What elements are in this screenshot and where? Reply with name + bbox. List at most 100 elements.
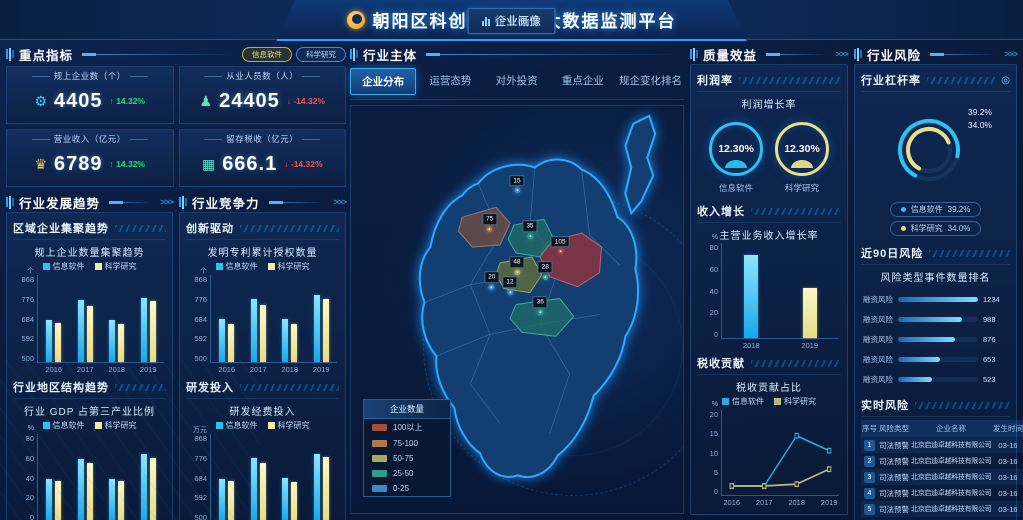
realtime-risk-table: 序号风险类型企业名称发生时间 1 司法预警 北京启迪卓越科技有限公司 03-16…: [861, 420, 1023, 520]
map-marker-48[interactable]: 48: [509, 256, 524, 275]
bar: [87, 306, 93, 362]
company-name: 北京启迪卓越科技有限公司: [910, 485, 992, 501]
bar: [78, 459, 84, 520]
table-column-header: 序号: [861, 420, 878, 437]
bar: [46, 320, 52, 362]
table-row[interactable]: 1 司法预警 北京启迪卓越科技有限公司 03-16: [861, 437, 1023, 453]
bar: [251, 458, 257, 520]
tab-4[interactable]: 规企变化排名: [617, 68, 684, 95]
map-marker-36[interactable]: 36: [533, 296, 548, 315]
subsection-header: 研发投入: [186, 376, 339, 399]
info-icon[interactable]: ◎: [1001, 75, 1010, 86]
table-column-header: 发生时间: [992, 420, 1023, 437]
table-row[interactable]: 5 司法预警 北京启迪卓越科技有限公司 03-16: [861, 501, 1023, 517]
legend-entry: 信息软件: [43, 261, 85, 272]
bar: [78, 300, 84, 362]
more-arrows-icon[interactable]: >>>: [835, 49, 848, 59]
more-arrows-icon[interactable]: >>>: [160, 197, 173, 207]
leverage-subtitle: 行业杠杆率: [861, 72, 921, 88]
bar: [118, 481, 124, 520]
tab-3[interactable]: 重点企业: [551, 68, 615, 95]
hbar-label: 融资风险: [863, 314, 893, 325]
more-arrows-icon[interactable]: >>>: [1004, 49, 1017, 59]
map-marker-35[interactable]: 35: [522, 221, 537, 240]
map-marker-28[interactable]: 28: [538, 261, 553, 280]
plot-area: 2016201720182019: [210, 275, 337, 363]
bar: [141, 298, 147, 362]
legend-entry: 科学研究: [268, 420, 310, 431]
indicator-value: 6789: [54, 153, 103, 176]
nav-enterprise-portrait-label: 企业画像: [495, 13, 541, 29]
marker-value: 20: [484, 271, 499, 283]
bar: [150, 301, 156, 363]
hatch-decoration: [751, 208, 841, 215]
hbar-row: 融资风险 876: [863, 334, 1008, 345]
hatch-decoration: [929, 250, 1010, 257]
chart-revenue_growth: 主营业务收入增长率%80604020020182019: [697, 223, 841, 339]
map-marker-15[interactable]: 15: [509, 175, 524, 194]
plot-area: 2016201720182019: [210, 434, 337, 520]
map-marker-75[interactable]: 75: [482, 213, 497, 232]
table-row[interactable]: 2 司法预警 北京启迪卓越科技有限公司 03-16: [861, 453, 1023, 469]
bar: [219, 479, 225, 520]
x-tick: 2016: [218, 365, 235, 374]
tab-1[interactable]: 运营态势: [418, 68, 482, 95]
risk-type: 司法预警: [878, 485, 910, 501]
header-divider: [766, 54, 826, 55]
more-arrows-icon[interactable]: >>>: [333, 197, 346, 207]
marker-value: 35: [522, 221, 537, 233]
nav-enterprise-portrait[interactable]: 企业画像: [467, 8, 556, 34]
legend-entry: 信息软件: [722, 396, 764, 407]
filter-tag-0[interactable]: 信息软件: [242, 47, 292, 62]
chart-legend: 信息软件科学研究: [13, 419, 166, 434]
district-map-panel: 15 75 35 105 48 28 20 12 36 企业数量 100以上: [350, 105, 684, 514]
filter-tag-1[interactable]: 科学研究: [296, 47, 346, 62]
realtime-risk-subtitle: 实时风险: [861, 397, 909, 413]
chart-title: 税收贡献占比: [697, 375, 841, 395]
table-row[interactable]: 3 司法预警 北京启迪卓越科技有限公司 03-16: [861, 469, 1023, 485]
x-tick: 2019: [801, 341, 818, 350]
legend-swatch: [372, 440, 387, 447]
occur-date: 03-16: [992, 485, 1023, 501]
section-marker-icon: [854, 48, 862, 61]
subsection-title: 行业地区结构趋势: [13, 379, 109, 395]
chart-title: 发明专利累计授权数量: [186, 240, 339, 260]
hatch-decoration: [115, 384, 166, 391]
table-column-header: 企业名称: [910, 420, 992, 437]
chart-cluster_trend: 规上企业数量集聚趋势信息软件科学研究个868776684592500201620…: [13, 240, 166, 363]
industry-main-title: 行业主体: [363, 45, 417, 64]
header-divider: [109, 202, 151, 203]
section-marker-icon: [6, 196, 14, 209]
gauge-value: 12.30%: [784, 143, 820, 155]
indicator-label: 从业人员数（人）: [180, 70, 346, 82]
hbar-row: 融资风险 1234: [863, 294, 1008, 305]
pin-icon: [489, 284, 495, 290]
hbar-label: 融资风险: [863, 354, 893, 365]
indicator-label: 留存税收（亿元）: [180, 133, 346, 145]
map-marker-105[interactable]: 105: [551, 236, 570, 255]
section-marker-icon: [6, 48, 14, 61]
chart-tax_line: 税收贡献占比信息软件科学研究 %20151050 201620172018201…: [697, 375, 841, 496]
risk-rank-chart: 风险类型事件数量排名 融资风险 1234 融资风险 988 融资风险 876 融…: [861, 265, 1010, 385]
x-tick: 2018: [108, 365, 125, 374]
map-marker-12[interactable]: 12: [502, 276, 517, 295]
profit-subheader: 利润率: [697, 69, 841, 92]
indicator-value: 666.1: [222, 153, 277, 176]
header-divider: [426, 54, 680, 55]
table-row[interactable]: 4 司法预警 北京启迪卓越科技有限公司 03-16: [861, 485, 1023, 501]
plot-area: 2016201720182019: [721, 410, 839, 496]
chart-patent: 发明专利累计授权数量信息软件科学研究个868776684592500201620…: [186, 240, 339, 363]
map-legend-row: 0-25: [364, 481, 450, 496]
tab-0[interactable]: 企业分布: [350, 68, 416, 95]
hbar-value: 988: [983, 315, 1008, 324]
hatch-decoration: [240, 225, 339, 232]
marker-value: 28: [538, 261, 553, 273]
tab-2[interactable]: 对外投资: [485, 68, 549, 95]
map-marker-20[interactable]: 20: [484, 271, 499, 290]
risk-column: 行业风险 >>> 行业杠杆率 ◎ 39.2%34.0% 信息软件 39.2% 科…: [854, 44, 1017, 514]
bar: [744, 255, 758, 338]
legend-label: 100以上: [393, 422, 422, 433]
pin-icon: [514, 269, 520, 275]
map-legend-row: 50-75: [364, 451, 450, 466]
legend-entry: 信息软件: [216, 420, 258, 431]
